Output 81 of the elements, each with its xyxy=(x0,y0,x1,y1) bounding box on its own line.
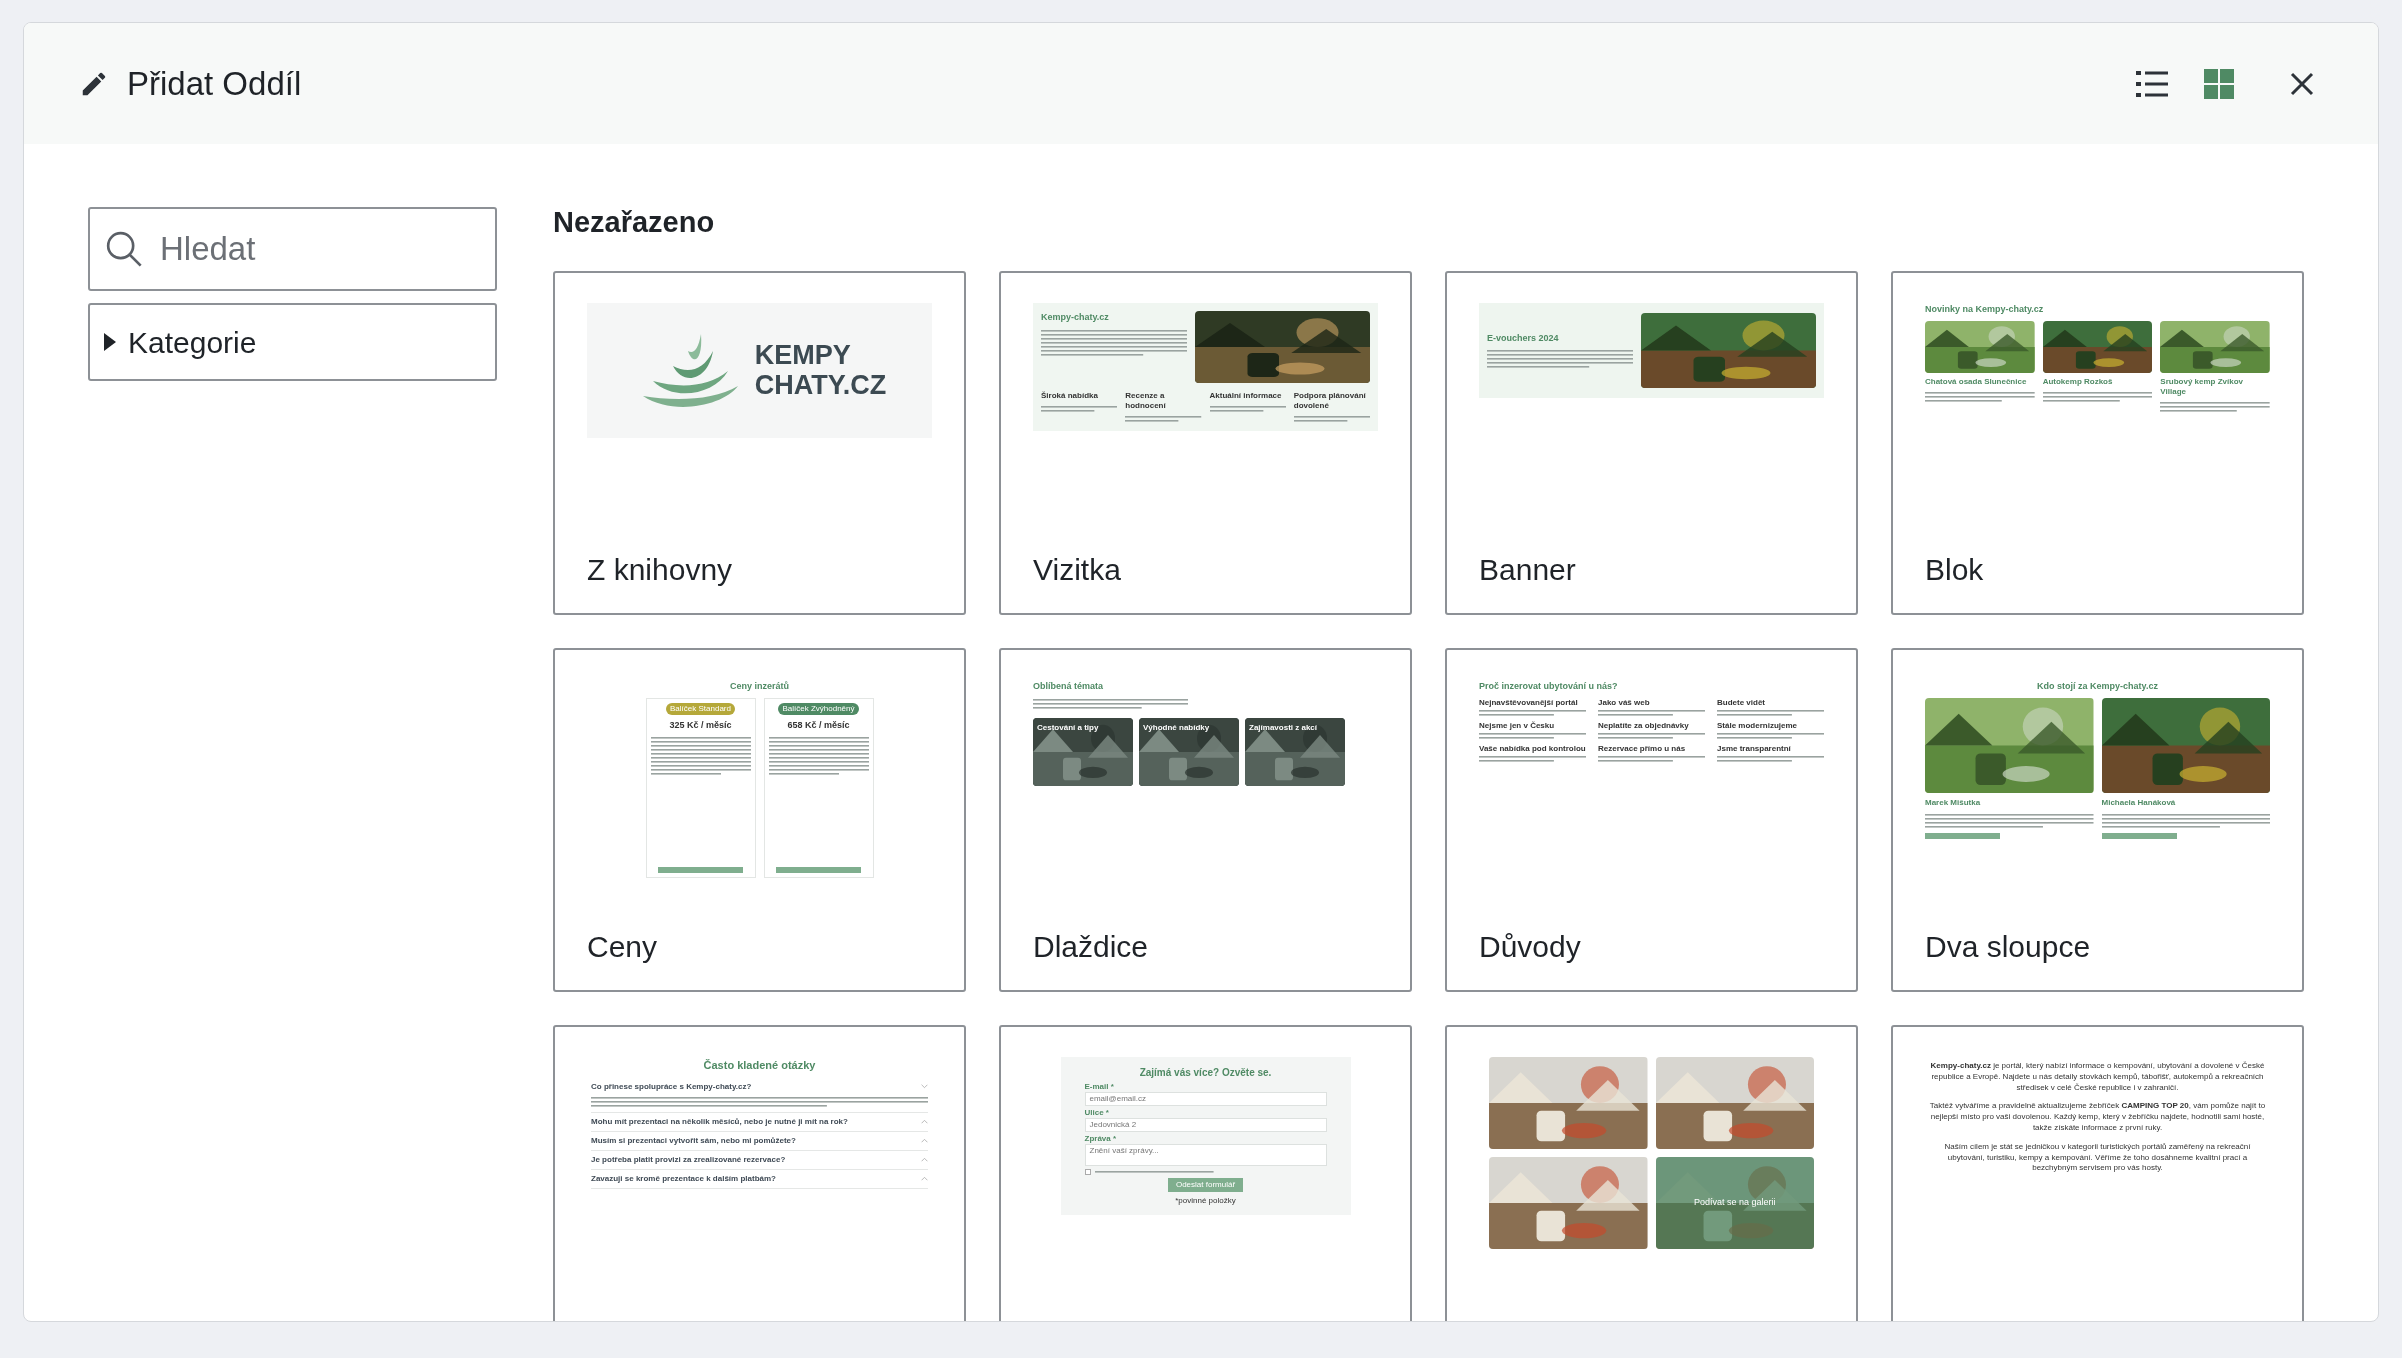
card-label: Z knihovny xyxy=(587,555,734,585)
required-note: *povinné položky xyxy=(1174,1195,1237,1207)
person-name: Michaela Hanáková xyxy=(2101,796,2177,809)
tile-title: Cestování a tipy xyxy=(1037,721,1099,734)
item-title: Srubový kemp Zvíkov Village xyxy=(2160,376,2245,397)
close-icon xyxy=(2290,71,2314,96)
item-title: Autokemp Rozkoš xyxy=(2042,376,2114,387)
gallery-link: Podívat se na galerii xyxy=(1693,1196,1776,1210)
submit-button: Odeslat formulář xyxy=(1167,1178,1244,1192)
section-card[interactable] xyxy=(1891,1025,2304,1321)
input-field: Jedovnická 2 xyxy=(1084,1118,1327,1132)
plan-price: 325 Kč / měsíc xyxy=(669,718,732,732)
faq-question: Mohu mít prezentaci na několik měsíců, nebo je nutné ji mít na rok? xyxy=(591,1116,848,1127)
card-label: Banner xyxy=(1479,555,1577,585)
faq-question: Zavazuji se kromě prezentace k dalším platbám? xyxy=(591,1173,776,1184)
preview-title: Kdo stojí za Kempy-chaty.cz xyxy=(2037,680,2158,693)
card-label: Blok xyxy=(1925,555,1985,585)
section-card[interactable]: E-vouchers 2024 Banner xyxy=(1445,271,1858,615)
field-label: E-mail * xyxy=(1084,1083,1115,1091)
search-field[interactable]: Hledat xyxy=(88,207,497,291)
plan-price: 658 Kč / měsíc xyxy=(787,718,850,732)
field-label: Ulice * xyxy=(1084,1109,1110,1117)
faq-question: Musím si prezentaci vytvořit sám, nebo mi pomůžete? xyxy=(591,1135,796,1146)
reason-title: Jsme transparentní xyxy=(1717,743,1792,754)
preview-title: Ceny inzerátů xyxy=(730,680,789,693)
preview-title: Kempy-chaty.cz xyxy=(1041,311,1110,324)
list-icon xyxy=(2136,69,2168,98)
reason-title: Vaše nabídka pod kontrolou xyxy=(1479,743,1586,754)
plan-badge: Balíček Zvýhodněný xyxy=(778,702,859,715)
preview-title: Oblíbená témata xyxy=(1033,680,1105,693)
section-card[interactable]: Novinky na Kempy-chaty.cz Chatová osada Slunečnice Autokemp Rozkoš Srubový kemp Zvíkov Village Blok xyxy=(1891,271,2304,615)
field-label: Zpráva * xyxy=(1084,1135,1118,1143)
faq-question: Co přinese spolupráce s Kempy-chaty.cz? xyxy=(591,1081,752,1092)
input-field: Znění vaší zprávy... xyxy=(1084,1144,1327,1166)
preview-title: Novinky na Kempy-chaty.cz xyxy=(1925,303,2045,316)
dialog-title: Přidat Oddíl xyxy=(127,63,302,104)
reason-title: Neplatíte za objednávky xyxy=(1598,720,1690,731)
card-label: Dlaždice xyxy=(1033,932,1150,962)
search-icon xyxy=(104,229,144,269)
preview-paragraph: Naším cílem je stát se jedničkou v kategorii turistických portálů zaměřený na rekreační ubytování, turistiku, kempy a kempování. Věříme že toho dosáhneme kvalitní prací a bezchybným servisem pro vás hosty. xyxy=(1943,1141,2252,1175)
reason-title: Nejnavštěvovanější portál xyxy=(1479,697,1579,708)
reason-title: Nejsme jen v Česku xyxy=(1479,720,1556,731)
tile-title: Zajímavosti z akcí xyxy=(1249,721,1318,734)
preview-paragraph: Kempy-chaty.cz je portál, který nabízí informace o kempování, ubytování a dovolené v České republice a Evropě. Najdete u nás detaily stovkách kempů, tábořišť, autokempů a rekreačních středisek v celé České republice i v zahraničí. xyxy=(1929,1061,2266,1094)
section-title: Nezařazeno xyxy=(553,205,716,240)
feature-title: Recenze a hodnocení xyxy=(1125,391,1167,411)
card-label: Dva sloupce xyxy=(1925,932,2092,962)
input-field: email@email.cz xyxy=(1084,1092,1327,1106)
section-card[interactable]: Kempy-chaty.cz Široká nabídka Recenze a hodnocení Aktuální informace Podpora plánování dovolené Vizitka xyxy=(999,271,1412,615)
person-name: Marek Mišutka xyxy=(1925,796,1982,809)
section-card[interactable]: KEMPY CHATY.CZ Z knihovny xyxy=(553,271,966,615)
form-title: Zajímá vás více? Ozvěte se. xyxy=(1138,1066,1273,1080)
feature-title: Široká nabídka xyxy=(1041,391,1099,401)
plan-badge: Balíček Standard xyxy=(666,702,735,715)
category-filter[interactable]: Kategorie xyxy=(88,303,497,381)
preview-title: Proč inzerovat ubytování u nás? xyxy=(1479,680,1619,693)
section-card[interactable] xyxy=(1445,648,1858,992)
reason-title: Budete vidět xyxy=(1717,697,1766,708)
preview-title: Často kladené otázky xyxy=(702,1058,817,1073)
section-card[interactable]: Zajímá vás více? Ozvěte se. E-mail * email@email.cz Ulice * Jedovnická 2 Zpráva * Znění vaší zprávy... Odeslat formulář *povinné položky xyxy=(999,1025,1412,1321)
card-label: Ceny xyxy=(587,932,659,962)
reason-title: Jako váš web xyxy=(1598,697,1651,708)
reason-title: Stále modernizujeme xyxy=(1717,720,1799,731)
card-label: Důvody xyxy=(1479,932,1582,962)
reason-title: Rezervace přímo u nás xyxy=(1598,743,1687,754)
logo-text: CHATY.CZ xyxy=(754,370,887,401)
section-card[interactable]: Oblíbená témata Cestování a tipy Výhodné nabídky Zajímavosti z akcí Dlaždice xyxy=(999,648,1412,992)
logo-text: KEMPY xyxy=(754,340,852,371)
grid-icon xyxy=(2204,68,2234,99)
feature-title: Aktuální informace xyxy=(1209,391,1283,401)
section-card[interactable]: Kdo stojí za Kempy-chaty.cz Marek Mišutka Michaela Hanáková Dva sloupce xyxy=(1891,648,2304,992)
preview-title: E-vouchers 2024 xyxy=(1487,331,1560,345)
section-card[interactable] xyxy=(553,1025,966,1321)
preview-paragraph: Taktéž vytváříme a pravidelně aktualizujeme žebříček CAMPING TOP 20, vám pomůže najít to nejlepší místo pro vaši dovolenou. Každý kemp, který v žebříčku najdete, hodnotili sami hosté, takže získáte informace z první ruky. xyxy=(1928,1101,2267,1134)
faq-question: Je potřeba platit provizi za zrealizované rezervace? xyxy=(591,1154,786,1165)
item-title: Chatová osada Slunečnice xyxy=(1925,376,2028,387)
feature-title: Podpora plánování dovolené xyxy=(1293,391,1367,411)
section-card[interactable]: Ceny inzerátů Balíček Standard 325 Kč / měsíc Balíček Zvýhodněný 658 Kč / měsíc Ceny xyxy=(553,648,966,992)
caret-icon xyxy=(104,333,116,351)
tile-title: Výhodné nabídky xyxy=(1143,721,1210,734)
card-label: Vizitka xyxy=(1033,555,1122,585)
